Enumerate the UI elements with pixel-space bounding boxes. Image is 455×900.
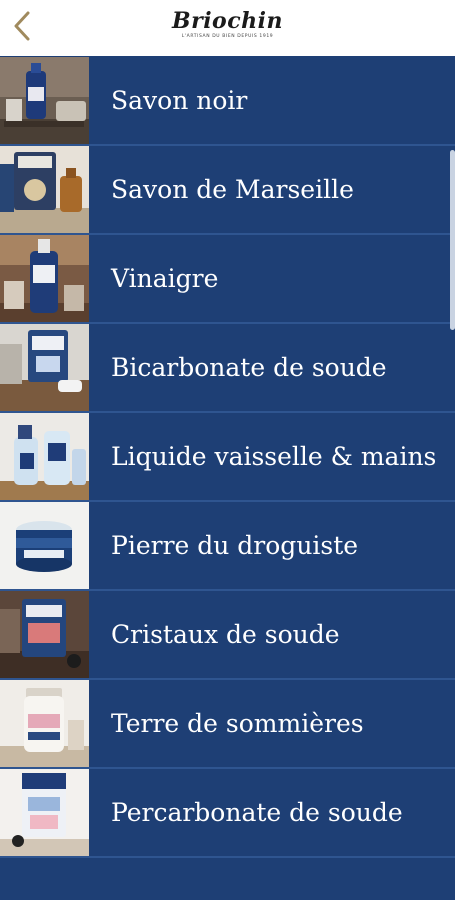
- list-item-label: Pierre du droguiste: [111, 531, 359, 560]
- product-thumbnail: [0, 413, 89, 500]
- list-item-label: Vinaigre: [111, 264, 219, 293]
- product-thumbnail: [0, 57, 89, 144]
- list-item-label: Percarbonate de soude: [111, 798, 403, 827]
- app-header: Briochin L'ARTISAN DU BIEN DEPUIS 1919: [0, 0, 455, 56]
- list-item-label: Savon de Marseille: [111, 175, 354, 204]
- product-thumbnail: [0, 680, 89, 767]
- brand-logo: Briochin L'ARTISAN DU BIEN DEPUIS 1919: [0, 8, 455, 39]
- product-list: Savon noir Savon de Marseille Vinaigre B…: [0, 57, 455, 858]
- list-item-label: Savon noir: [111, 86, 248, 115]
- list-item-vinaigre[interactable]: Vinaigre: [0, 235, 455, 324]
- list-item-bicarbonate-de-soude[interactable]: Bicarbonate de soude: [0, 324, 455, 413]
- list-item-label: Liquide vaisselle & mains: [111, 442, 437, 471]
- list-item-cristaux-de-soude[interactable]: Cristaux de soude: [0, 591, 455, 680]
- list-item-label: Terre de sommières: [111, 709, 364, 738]
- product-thumbnail: [0, 769, 89, 856]
- product-thumbnail: [0, 324, 89, 411]
- product-thumbnail: [0, 146, 89, 233]
- list-item-percarbonate-de-soude[interactable]: Percarbonate de soude: [0, 769, 455, 858]
- list-item-label: Bicarbonate de soude: [111, 353, 387, 382]
- list-item-terre-de-sommieres[interactable]: Terre de sommières: [0, 680, 455, 769]
- product-thumbnail: [0, 591, 89, 678]
- brand-name: Briochin: [172, 8, 283, 34]
- list-item-savon-noir[interactable]: Savon noir: [0, 57, 455, 146]
- list-item-label: Cristaux de soude: [111, 620, 340, 649]
- brand-tagline: L'ARTISAN DU BIEN DEPUIS 1919: [181, 34, 274, 39]
- list-item-savon-de-marseille[interactable]: Savon de Marseille: [0, 146, 455, 235]
- product-thumbnail: [0, 235, 89, 322]
- product-thumbnail: [0, 502, 89, 589]
- scrollbar[interactable]: [450, 150, 455, 330]
- list-item-liquide-vaisselle-mains[interactable]: Liquide vaisselle & mains: [0, 413, 455, 502]
- list-item-pierre-du-droguiste[interactable]: Pierre du droguiste: [0, 502, 455, 591]
